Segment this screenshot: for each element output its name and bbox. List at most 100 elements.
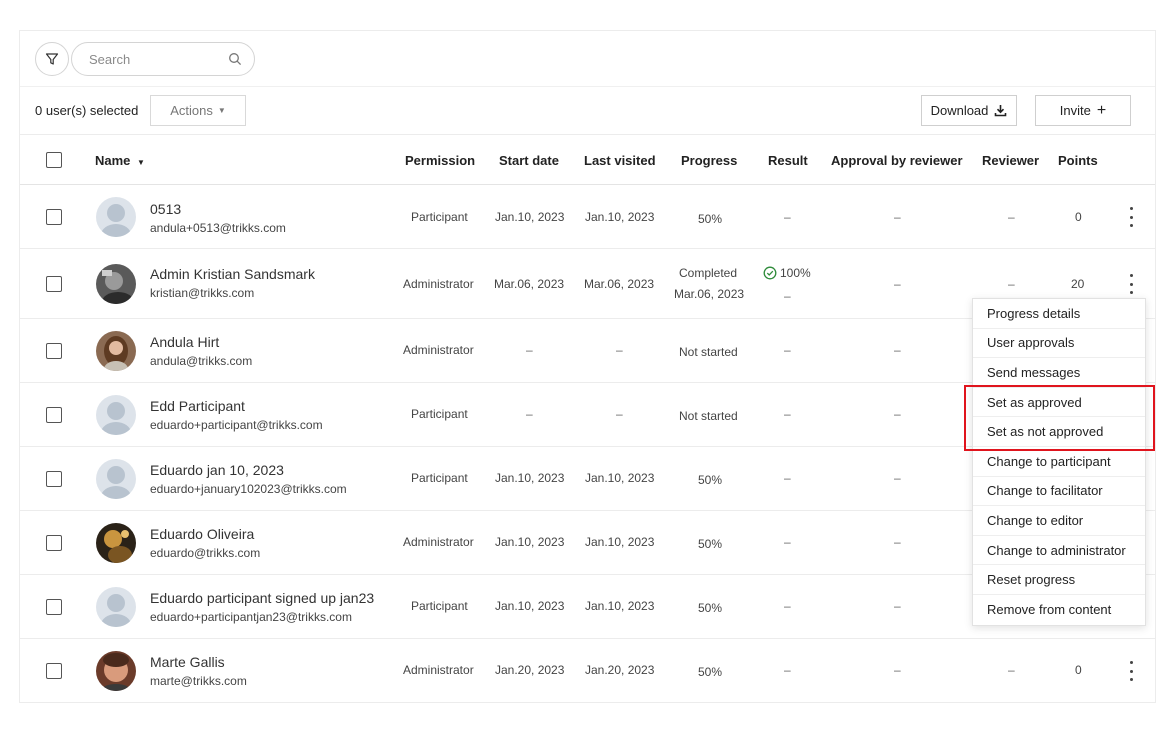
points-cell: 20 [1071, 277, 1085, 291]
user-email: eduardo+participant@trikks.com [150, 418, 323, 432]
menu-item-change-to-administrator[interactable]: Change to administrator [973, 536, 1145, 566]
row-menu-icon[interactable] [1126, 661, 1136, 681]
permission-cell: Participant [411, 210, 468, 224]
column-result: Result [768, 153, 808, 168]
user-email: kristian@trikks.com [150, 286, 255, 300]
filter-button[interactable] [35, 42, 69, 76]
progress-date-cell: Mar.06, 2023 [674, 287, 745, 301]
user-email: andula@trikks.com [150, 354, 253, 368]
menu-item-change-to-participant[interactable]: Change to participant [973, 447, 1145, 477]
reviewer-cell: – [1008, 277, 1015, 291]
approval-cell: – [894, 535, 901, 549]
progress-cell: 50% [698, 537, 723, 551]
approval-cell: – [894, 210, 901, 224]
permission-cell: Administrator [403, 277, 474, 291]
user-name: Marte Gallis [150, 654, 225, 670]
user-name: Eduardo jan 10, 2023 [150, 462, 284, 478]
progress-cell: Not started [679, 409, 738, 423]
row-checkbox[interactable] [46, 407, 62, 423]
menu-item-set-approved[interactable]: Set as approved [973, 388, 1145, 418]
check-circle-icon [763, 266, 777, 280]
result-cell: – [784, 407, 791, 421]
table-row: Marte Gallis marte@trikks.com Administra… [20, 639, 1155, 703]
menu-item-remove-from-content[interactable]: Remove from content [973, 595, 1145, 625]
select-all-checkbox[interactable] [46, 152, 62, 168]
progress-cell: 50% [698, 601, 723, 615]
start-date-cell: – [526, 343, 533, 357]
menu-item-change-to-editor[interactable]: Change to editor [973, 506, 1145, 536]
menu-item-send-messages[interactable]: Send messages [973, 358, 1145, 388]
download-label: Download [930, 103, 989, 118]
column-start-date: Start date [499, 153, 559, 168]
row-checkbox[interactable] [46, 535, 62, 551]
last-visited-cell: Jan.10, 2023 [585, 599, 655, 613]
points-cell: 0 [1075, 663, 1082, 677]
search-icon[interactable] [228, 52, 242, 66]
last-visited-cell: Mar.06, 2023 [584, 277, 655, 291]
avatar [96, 395, 136, 435]
result-cell: 100% [763, 266, 811, 280]
result-secondary-cell: – [784, 289, 791, 303]
menu-item-reset-progress[interactable]: Reset progress [973, 565, 1145, 595]
search-input[interactable] [87, 50, 228, 68]
actions-dropdown[interactable]: Actions ▼ [150, 95, 246, 126]
menu-item-progress-details[interactable]: Progress details [973, 299, 1145, 329]
user-email: andula+0513@trikks.com [150, 221, 286, 235]
reviewer-cell: – [1008, 210, 1015, 224]
reviewer-cell: – [1008, 663, 1015, 677]
download-icon [995, 105, 1007, 117]
user-email: eduardo+january102023@trikks.com [150, 482, 347, 496]
column-approval: Approval by reviewer [831, 153, 963, 168]
progress-cell: 50% [698, 212, 723, 226]
selected-count: 0 user(s) selected [35, 103, 139, 118]
column-points: Points [1058, 153, 1098, 168]
filter-bar [20, 31, 1155, 87]
result-cell: – [784, 343, 791, 357]
column-reviewer: Reviewer [982, 153, 1040, 168]
progress-cell: Not started [679, 345, 738, 359]
sort-down-icon[interactable]: ▼ [137, 158, 145, 167]
menu-item-user-approvals[interactable]: User approvals [973, 329, 1145, 359]
avatar [96, 331, 136, 371]
column-permission: Permission [405, 153, 476, 168]
search-box[interactable] [71, 42, 255, 76]
actions-label: Actions [170, 103, 213, 118]
column-name-label: Name [95, 153, 131, 168]
avatar [96, 587, 136, 627]
menu-item-change-to-facilitator[interactable]: Change to facilitator [973, 477, 1145, 507]
row-checkbox[interactable] [46, 343, 62, 359]
approval-cell: – [894, 343, 901, 357]
user-name: Eduardo participant signed up jan23 [150, 590, 375, 606]
permission-cell: Administrator [403, 535, 474, 549]
result-cell: – [784, 210, 791, 224]
column-name[interactable]: Name ▼ [95, 153, 145, 168]
download-button[interactable]: Download [921, 95, 1017, 126]
avatar [96, 459, 136, 499]
user-name: Eduardo Oliveira [150, 526, 255, 542]
last-visited-cell: Jan.20, 2023 [585, 663, 655, 677]
approval-cell: – [894, 471, 901, 485]
row-checkbox[interactable] [46, 663, 62, 679]
user-email: eduardo@trikks.com [150, 546, 261, 560]
row-checkbox[interactable] [46, 209, 62, 225]
caret-down-icon: ▼ [217, 106, 226, 115]
last-visited-cell: Jan.10, 2023 [585, 210, 655, 224]
user-name: Edd Participant [150, 398, 245, 414]
row-checkbox[interactable] [46, 471, 62, 487]
result-cell: – [784, 663, 791, 677]
column-progress: Progress [681, 153, 738, 168]
menu-item-set-not-approved[interactable]: Set as not approved [973, 417, 1145, 447]
approval-cell: – [894, 663, 901, 677]
row-menu-icon[interactable] [1126, 274, 1136, 294]
progress-cell: Completed [679, 266, 738, 280]
row-checkbox[interactable] [46, 276, 62, 292]
last-visited-cell: Jan.10, 2023 [585, 535, 655, 549]
invite-button[interactable]: Invite + [1035, 95, 1131, 126]
start-date-cell: Jan.10, 2023 [495, 210, 565, 224]
row-checkbox[interactable] [46, 599, 62, 615]
row-menu-icon[interactable] [1126, 207, 1136, 227]
avatar [96, 651, 136, 691]
permission-cell: Administrator [403, 663, 474, 677]
row-context-menu: Progress details User approvals Send mes… [972, 298, 1146, 626]
last-visited-cell: – [616, 343, 623, 357]
